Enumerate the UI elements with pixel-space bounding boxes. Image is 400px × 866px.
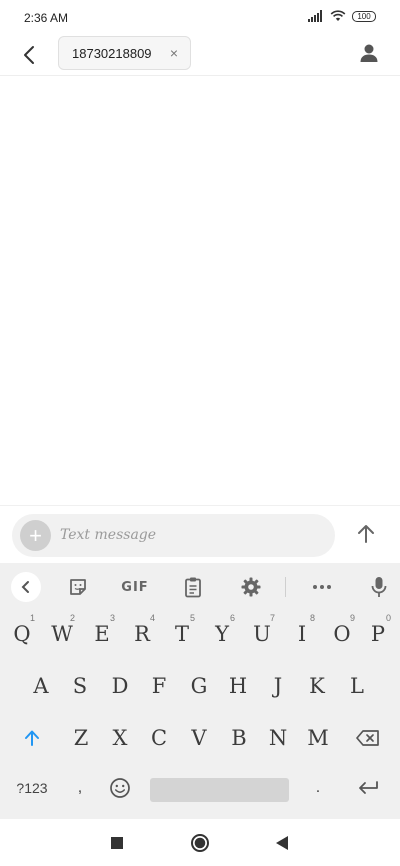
key-j[interactable]: J: [258, 663, 298, 709]
key-g[interactable]: G: [179, 663, 219, 709]
battery-icon: 100: [352, 10, 376, 22]
attach-button[interactable]: +: [20, 520, 51, 551]
backspace-key[interactable]: [346, 715, 390, 761]
emoji-key[interactable]: [100, 765, 140, 811]
more-button[interactable]: [307, 572, 337, 602]
contact-button[interactable]: [358, 42, 380, 64]
enter-icon: [359, 781, 378, 794]
key-u[interactable]: U7: [242, 611, 282, 657]
key-t[interactable]: T5: [162, 611, 202, 657]
key-y[interactable]: Y6: [202, 611, 242, 657]
arrow-up-icon: [358, 525, 374, 543]
compose-bar: +: [0, 505, 400, 563]
key-n[interactable]: N: [258, 715, 298, 761]
key-l[interactable]: L: [337, 663, 377, 709]
key-x[interactable]: X: [100, 715, 140, 761]
chevron-left-icon: [21, 581, 29, 593]
symbols-key[interactable]: ?123: [8, 765, 56, 811]
conversation-header: 18730218809 ×: [0, 36, 400, 76]
key-h[interactable]: H: [218, 663, 258, 709]
wifi-icon: [330, 10, 346, 21]
sticker-button[interactable]: [63, 572, 93, 602]
recents-button[interactable]: [106, 832, 128, 854]
key-r[interactable]: R4: [122, 611, 162, 657]
key-q[interactable]: Q1: [2, 611, 42, 657]
key-p[interactable]: P0: [358, 611, 398, 657]
triangle-left-icon: [276, 836, 288, 850]
shift-arrow-icon: [25, 730, 39, 746]
microphone-icon: [371, 577, 387, 597]
navigation-bar: [0, 819, 400, 866]
square-icon: [111, 837, 123, 849]
key-z[interactable]: Z: [61, 715, 101, 761]
key-c[interactable]: C: [139, 715, 179, 761]
sticker-icon: [70, 579, 86, 595]
key-row-1: Q1 W2 E3 R4 T5 Y6 U7 I8 O9 P0: [0, 611, 400, 661]
gear-icon: [241, 577, 261, 597]
recipient-chip[interactable]: 18730218809 ×: [58, 36, 191, 70]
gif-label: GIF: [121, 579, 149, 595]
keyboard-back-button[interactable]: [11, 572, 41, 602]
comma-key[interactable]: ,: [62, 765, 98, 811]
period-key[interactable]: .: [300, 765, 336, 811]
circle-icon: [191, 834, 209, 852]
keyboard-toolbar: GIF: [0, 563, 400, 609]
status-time: 2:36 AM: [24, 11, 69, 25]
plus-icon: +: [29, 522, 42, 548]
key-k[interactable]: K: [297, 663, 337, 709]
compose-field: +: [12, 514, 335, 557]
key-row-3: Z X C V B N M: [0, 715, 400, 765]
more-horizontal-icon: [313, 585, 331, 589]
gif-button[interactable]: GIF: [119, 572, 151, 602]
key-f[interactable]: F: [139, 663, 179, 709]
message-list: [0, 77, 400, 505]
key-o[interactable]: O9: [322, 611, 362, 657]
key-b[interactable]: B: [219, 715, 259, 761]
person-icon: [360, 44, 378, 62]
enter-key[interactable]: [346, 765, 390, 811]
key-d[interactable]: D: [100, 663, 140, 709]
toolbar-divider: [285, 577, 286, 597]
signal-icon: [308, 10, 322, 22]
voice-input-button[interactable]: [364, 572, 394, 602]
back-nav-button[interactable]: [271, 832, 293, 854]
home-button[interactable]: [189, 832, 211, 854]
clipboard-button[interactable]: [178, 572, 208, 602]
key-e[interactable]: E3: [82, 611, 122, 657]
key-i[interactable]: I8: [282, 611, 322, 657]
key-m[interactable]: M: [298, 715, 338, 761]
key-row-4: ?123 , .: [0, 765, 400, 815]
recipient-number: 18730218809: [72, 45, 152, 61]
key-w[interactable]: W2: [42, 611, 82, 657]
key-row-2: A S D F G H J K L: [0, 663, 400, 713]
status-bar: 2:36 AM 100: [0, 0, 400, 36]
shift-key[interactable]: [10, 715, 54, 761]
close-icon[interactable]: ×: [170, 45, 178, 61]
keyboard: GIF Q 1 W 2 E 3 R 4 T 5 Y 6 U 7 I 8 O 9 …: [0, 563, 400, 819]
space-key[interactable]: [150, 778, 289, 802]
key-a[interactable]: A: [21, 663, 61, 709]
smiley-icon: [110, 778, 130, 798]
key-s[interactable]: S: [60, 663, 100, 709]
chevron-left-icon: [24, 46, 34, 64]
back-button[interactable]: [14, 40, 44, 70]
key-v[interactable]: V: [179, 715, 219, 761]
send-button[interactable]: [354, 522, 378, 546]
text-message-input[interactable]: [60, 522, 320, 548]
settings-button[interactable]: [236, 572, 266, 602]
status-icons: 100: [308, 10, 376, 22]
backspace-icon: [356, 730, 379, 746]
clipboard-icon: [185, 577, 201, 598]
